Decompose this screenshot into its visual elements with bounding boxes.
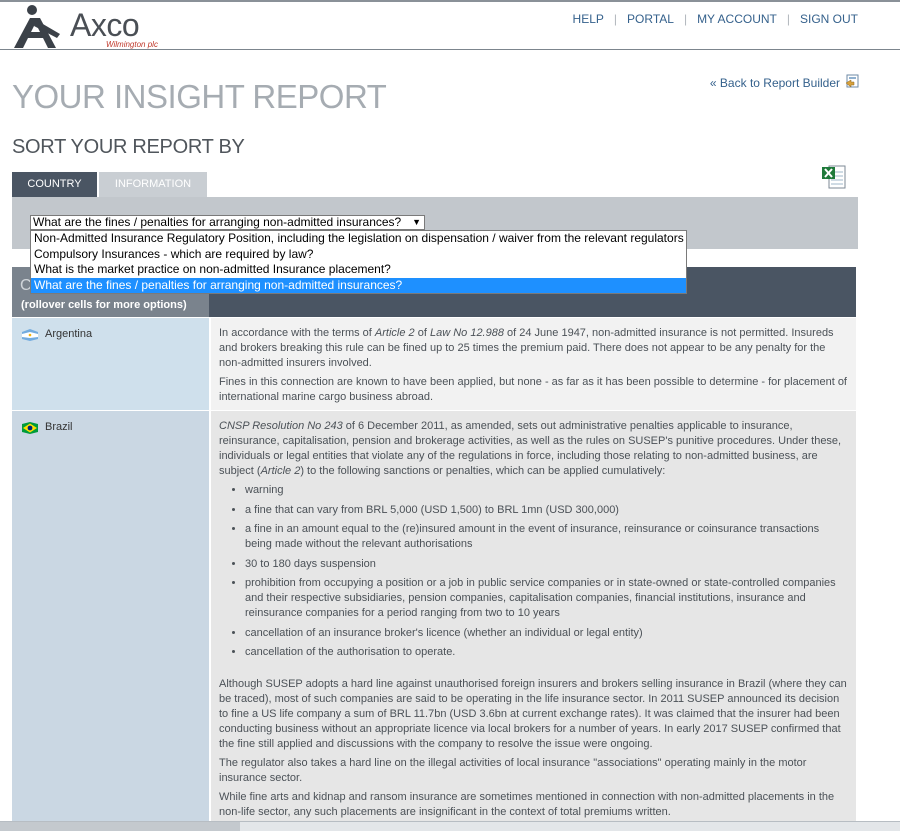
excel-export-icon[interactable]: [821, 164, 847, 190]
brazil-flag-icon: [22, 422, 38, 434]
axco-figure-icon: [14, 5, 60, 48]
content-cell[interactable]: CNSP Resolution No 243 of 6 December 201…: [211, 411, 856, 821]
paragraph: Although SUSEP adopts a hard line agains…: [219, 677, 847, 750]
tab-country[interactable]: COUNTRY: [12, 172, 97, 197]
paragraph: CNSP Resolution No 243 of 6 December 201…: [219, 420, 842, 477]
paragraph: The regulator also takes a hard line on …: [219, 756, 807, 784]
argentina-flag-icon: [22, 329, 38, 341]
list-item: 30 to 180 days suspension: [245, 557, 848, 572]
table-row: Argentina In accordance with the terms o…: [12, 318, 856, 410]
scrollbar-thumb[interactable]: [0, 822, 240, 831]
logo-subtitle: Wilmington plc: [106, 40, 158, 49]
country-cell[interactable]: Argentina: [12, 318, 209, 410]
list-item: cancellation of the authorisation to ope…: [245, 645, 848, 660]
dropdown-option[interactable]: What is the market practice on non-admit…: [31, 262, 686, 278]
table-row: Brazil CNSP Resolution No 243 of 6 Decem…: [12, 411, 856, 821]
country-cell[interactable]: Brazil: [12, 411, 209, 821]
report-builder-icon[interactable]: [845, 74, 859, 89]
paragraph: In accordance with the terms of Article …: [219, 327, 834, 369]
question-select[interactable]: What are the fines / penalties for arran…: [30, 215, 425, 230]
list-item: cancellation of an insurance broker's li…: [245, 626, 848, 641]
tab-information[interactable]: INFORMATION: [99, 172, 207, 197]
list-item: a fine in an amount equal to the (re)ins…: [245, 522, 848, 552]
list-item: a fine that can vary from BRL 5,000 (USD…: [245, 503, 848, 518]
question-dropdown: Non-Admitted Insurance Regulatory Positi…: [30, 230, 687, 294]
country-name: Brazil: [45, 421, 73, 433]
sort-title: SORT YOUR REPORT BY: [12, 136, 245, 158]
dropdown-option-selected[interactable]: What are the fines / penalties for arran…: [31, 277, 686, 293]
rollover-note: (rollover cells for more options): [21, 299, 187, 311]
my-account-link[interactable]: MY ACCOUNT: [697, 12, 777, 26]
list-item: prohibition from occupying a position or…: [245, 576, 848, 621]
dropdown-option[interactable]: Compulsory Insurances - which are requir…: [31, 247, 686, 263]
list-item: warning: [245, 483, 848, 498]
help-link[interactable]: HELP: [573, 12, 604, 26]
nav-separator: |: [683, 12, 688, 26]
penalty-list: warning a fine that can vary from BRL 5,…: [219, 483, 848, 660]
paragraph: While fine arts and kidnap and ransom in…: [219, 790, 835, 818]
country-name: Argentina: [45, 328, 93, 340]
report-tabs: COUNTRY INFORMATION: [12, 172, 207, 197]
nav-separator: |: [786, 12, 790, 26]
portal-link[interactable]: PORTAL: [627, 12, 674, 26]
content-cell[interactable]: In accordance with the terms of Article …: [211, 318, 856, 410]
back-to-report-builder-link[interactable]: « Back to Report Builder: [710, 76, 840, 90]
dropdown-option[interactable]: Non-Admitted Insurance Regulatory Positi…: [31, 231, 686, 247]
select-value: What are the fines / penalties for arran…: [33, 215, 402, 229]
top-nav: HELP | PORTAL | MY ACCOUNT | SIGN OUT: [573, 12, 858, 26]
axco-logo[interactable]: Axco Wilmington plc: [10, 4, 160, 50]
header: Axco Wilmington plc HELP | PORTAL | MY A…: [0, 2, 900, 50]
chevron-down-icon: ▼: [412, 217, 421, 227]
page-title: YOUR INSIGHT REPORT: [12, 78, 387, 115]
nav-separator: |: [613, 12, 618, 26]
logo-wordmark: Axco: [70, 7, 140, 43]
sign-out-link[interactable]: SIGN OUT: [800, 12, 858, 26]
paragraph: Fines in this connection are known to ha…: [219, 376, 847, 403]
